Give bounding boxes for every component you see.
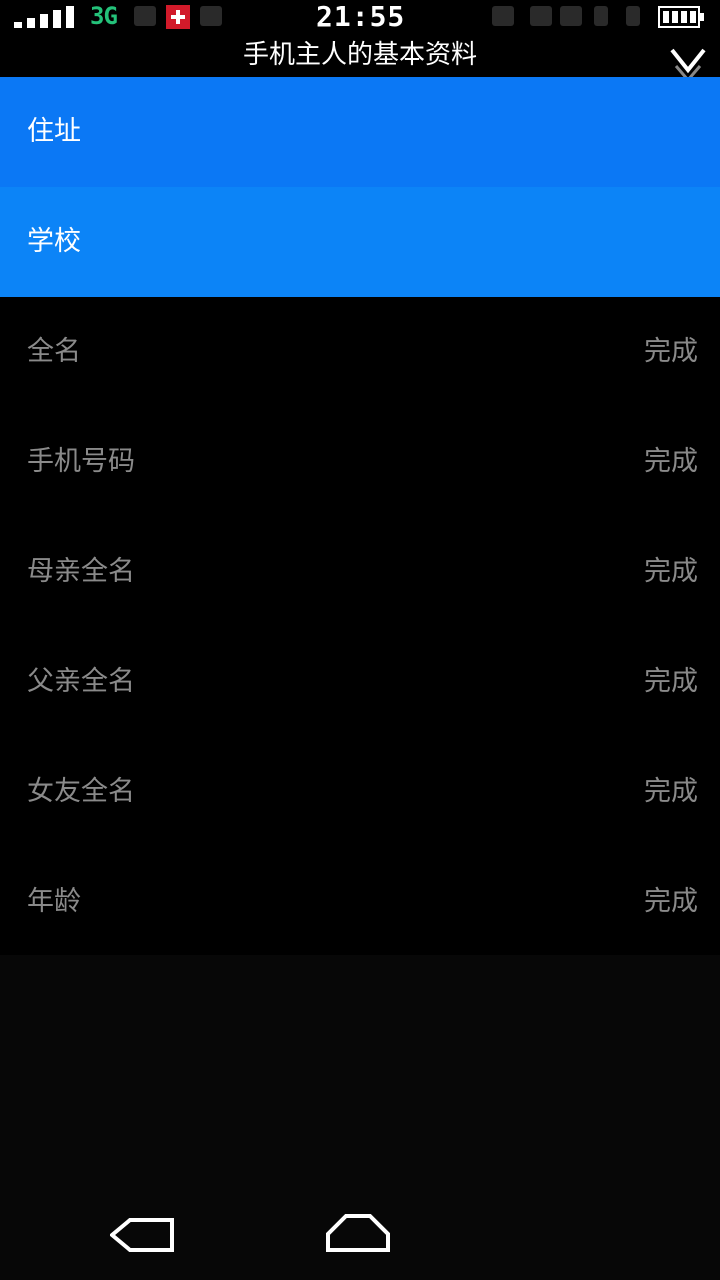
signal-strength-2-icon (626, 6, 640, 26)
list-item-full-name[interactable]: 全名 完成 (0, 297, 720, 407)
clock: 21:55 (316, 0, 406, 33)
list-item-status: 完成 (644, 336, 698, 367)
list-item-status: 完成 (644, 556, 698, 587)
sim-icon (560, 6, 582, 26)
status-bar: 3G 21:55 (0, 0, 720, 34)
list-item-label: 父亲全名 (27, 666, 135, 697)
list-item-father-name[interactable]: 父亲全名 完成 (0, 627, 720, 737)
list-item-phone-number[interactable]: 手机号码 完成 (0, 407, 720, 517)
alarm-icon (492, 6, 514, 26)
list-item-status: 完成 (644, 666, 698, 697)
list-item-label: 手机号码 (27, 446, 135, 477)
list-item-address[interactable]: 住址 (0, 77, 720, 187)
list-item-label: 学校 (27, 226, 81, 257)
signal-strength-icon (594, 6, 608, 26)
list-item-label: 女友全名 (27, 776, 135, 807)
list-item-label: 年龄 (27, 886, 81, 917)
list-item-label: 母亲全名 (27, 556, 135, 587)
list-item-status: 完成 (644, 446, 698, 477)
list-item-mother-name[interactable]: 母亲全名 完成 (0, 517, 720, 627)
network-type-label: 3G (90, 2, 118, 30)
list-item-label: 住址 (27, 116, 81, 147)
page-title: 手机主人的基本资料 (242, 40, 477, 70)
list-item-status: 完成 (644, 886, 698, 917)
list-item-age[interactable]: 年龄 完成 (0, 847, 720, 957)
signal-icon (14, 6, 74, 28)
list-item-girlfriend-name[interactable]: 女友全名 完成 (0, 737, 720, 847)
bluetooth-icon (134, 6, 156, 26)
screen: 3G 21:55 手机主人的基本资料 住址 学校 全名 完成 手机号码 完成 母… (0, 0, 720, 1280)
back-icon[interactable] (110, 1216, 176, 1254)
profile-list: 住址 学校 全名 完成 手机号码 完成 母亲全名 完成 父亲全名 完成 女友全名… (0, 77, 720, 957)
title-bar: 手机主人的基本资料 (0, 34, 720, 93)
flag-icon (166, 5, 190, 29)
notification-icon (200, 6, 222, 26)
home-icon[interactable] (326, 1212, 390, 1254)
wifi-icon (530, 6, 552, 26)
list-item-school[interactable]: 学校 (0, 187, 720, 297)
list-item-status: 完成 (644, 776, 698, 807)
battery-icon (658, 6, 704, 28)
list-item-label: 全名 (27, 336, 81, 367)
